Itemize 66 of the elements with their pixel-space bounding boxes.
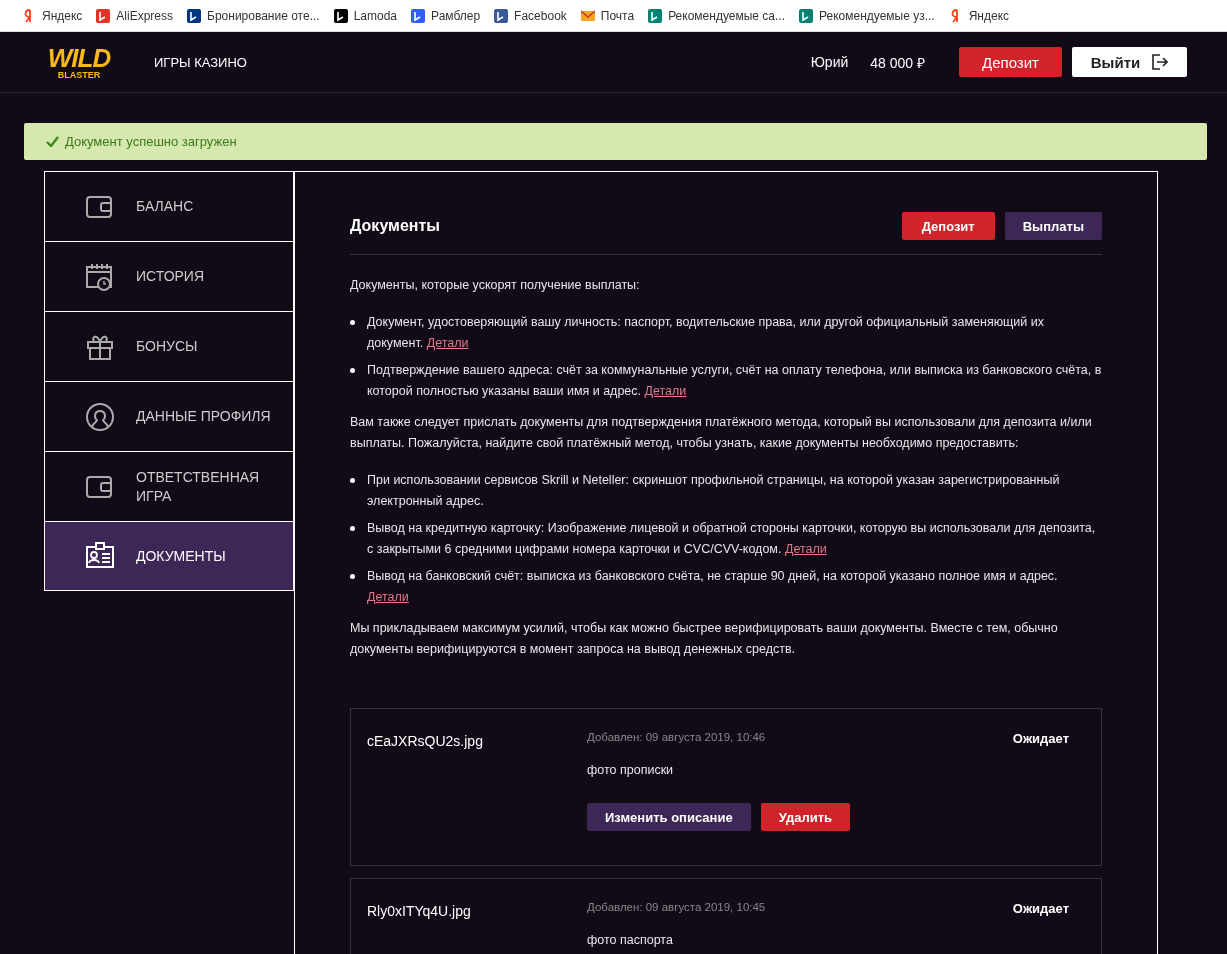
bookmark-icon: [187, 8, 202, 23]
bookmark-icon: [411, 8, 426, 23]
details-link[interactable]: Детали: [367, 590, 409, 604]
document-status: Ожидает: [1012, 901, 1070, 918]
bookmark-icon: [494, 8, 509, 23]
list-item-text: Подтверждение вашего адреса: счёт за коммунальные услуги, счёт на оплату телефона, или выписка из банковского счёта, в которой полностью указаны ваши имя и адрес. Детали: [367, 362, 1102, 400]
logout-button[interactable]: Выйти: [1072, 47, 1187, 77]
bookmark-link[interactable]: Яндекс: [968, 8, 1010, 23]
deposit-button[interactable]: Депозит: [901, 212, 995, 240]
section-title: Документы: [350, 217, 440, 235]
bullet-icon: [350, 526, 355, 531]
payouts-button[interactable]: Выплаты: [1004, 212, 1102, 240]
bookmark-icon: [580, 8, 595, 23]
delete-button[interactable]: Удалить: [760, 803, 850, 831]
logo[interactable]: WILD BLASTER: [46, 44, 112, 80]
id-card-icon: [85, 541, 115, 571]
bookmark-link[interactable]: Рамблер: [431, 8, 481, 23]
file-name: Rly0xITYq4U.jpg: [367, 902, 472, 921]
bullet-icon: [350, 478, 355, 483]
upload-date: Добавлен: 09 августа 2019, 10:46: [587, 731, 767, 743]
logout-icon: [1150, 53, 1169, 71]
bookmark-link[interactable]: AliExpress: [116, 8, 174, 23]
sidebar-item[interactable]: ДАННЫЕ ПРОФИЛЯ: [44, 381, 294, 451]
sidebar-item[interactable]: БОНУСЫ: [44, 311, 294, 381]
bookmark-icon: [333, 8, 348, 23]
user-icon: [85, 401, 115, 432]
paragraph: Мы прикладываем максимум усилий, чтобы как можно быстрее верифицировать ваши документы. Вместе с тем, обычно документы верифицируются в момент запроса на вывод денежных средств.: [350, 620, 1059, 658]
list-item-text: Вывод на кредитную карточку: Изображение лицевой и обратной стороны карточки, которую вы использовали для депозита, с закрытыми 6 средними цифрами номера карточки и CVC/CVV-кодом. Детали: [367, 520, 1097, 558]
paragraph: Документы, которые ускорят получение выплаты:: [350, 277, 641, 294]
bookmark-icon: [96, 8, 111, 23]
sidebar-item[interactable]: ОТВЕТСТВЕННАЯ ИГРА: [44, 451, 294, 521]
list-item-text: Документ, удостоверяющий вашу личность: паспорт, водительские права, или другой официальный заменяющий их документ. Детали: [367, 314, 1045, 352]
details-link[interactable]: Детали: [784, 542, 827, 556]
paragraph: Вам также следует прислать документы для подтверждения платёжного метода, который вы использовали для депозита и/или выплаты. Пожалуйста, найдите свой платёжный метод, чтобы узнать, какие документы необходимо предоставить:: [350, 414, 1093, 452]
bullet-icon: [350, 574, 355, 579]
bookmark-link[interactable]: Почта: [600, 8, 635, 23]
upload-date: Добавлен: 09 августа 2019, 10:45: [587, 901, 767, 913]
document-status: Ожидает: [1012, 731, 1070, 748]
edit-description-button[interactable]: Изменить описание: [587, 803, 751, 831]
sidebar-item[interactable]: БАЛАНС: [44, 171, 294, 241]
bookmark-link[interactable]: Рекомендуемые уз...: [819, 8, 935, 23]
deposit-button[interactable]: Депозит: [959, 47, 1062, 77]
bookmark-link[interactable]: Рекомендуемые са...: [668, 8, 785, 23]
bullet-icon: [350, 368, 355, 373]
document-description: фото прописки: [587, 763, 675, 777]
check-icon: [46, 136, 59, 147]
list-item-text: При использовании сервисов Skrill и Neteller: скриншот профильной страницы, на которой указан зарегистрированный электронный адрес.: [367, 472, 1061, 510]
bullet-icon: [350, 320, 355, 325]
file-name: cEaJXRsQU2s.jpg: [367, 732, 484, 751]
bookmark-icon: [648, 8, 663, 23]
details-link[interactable]: Детали: [644, 384, 687, 398]
bookmark-link[interactable]: Facebook: [514, 8, 567, 23]
balance-amount: 48 000 ₽: [870, 53, 925, 72]
bookmark-link[interactable]: Яндекс: [42, 8, 83, 23]
calendar-clock-icon: [85, 261, 115, 292]
nav-link[interactable]: ИГРЫ КАЗИНО: [154, 54, 247, 70]
bookmark-link[interactable]: Lamoda: [353, 8, 398, 23]
details-link[interactable]: Детали: [426, 336, 469, 350]
list-item-text: Вывод на банковский счёт: выписка из банковского счёта, не старше 90 дней, на которой указано полное имя и адрес. Детали: [367, 568, 1059, 606]
user-name: Юрий: [810, 54, 849, 70]
bookmark-icon: [799, 8, 813, 23]
sidebar-item[interactable]: ДОКУМЕНТЫ: [44, 521, 294, 591]
alert-text: Документ успешно загружен: [65, 134, 237, 149]
document-description: фото паспорта: [587, 933, 674, 947]
sidebar-item[interactable]: ИСТОРИЯ: [44, 241, 294, 311]
bookmark-link[interactable]: Бронирование оте...: [207, 8, 320, 23]
